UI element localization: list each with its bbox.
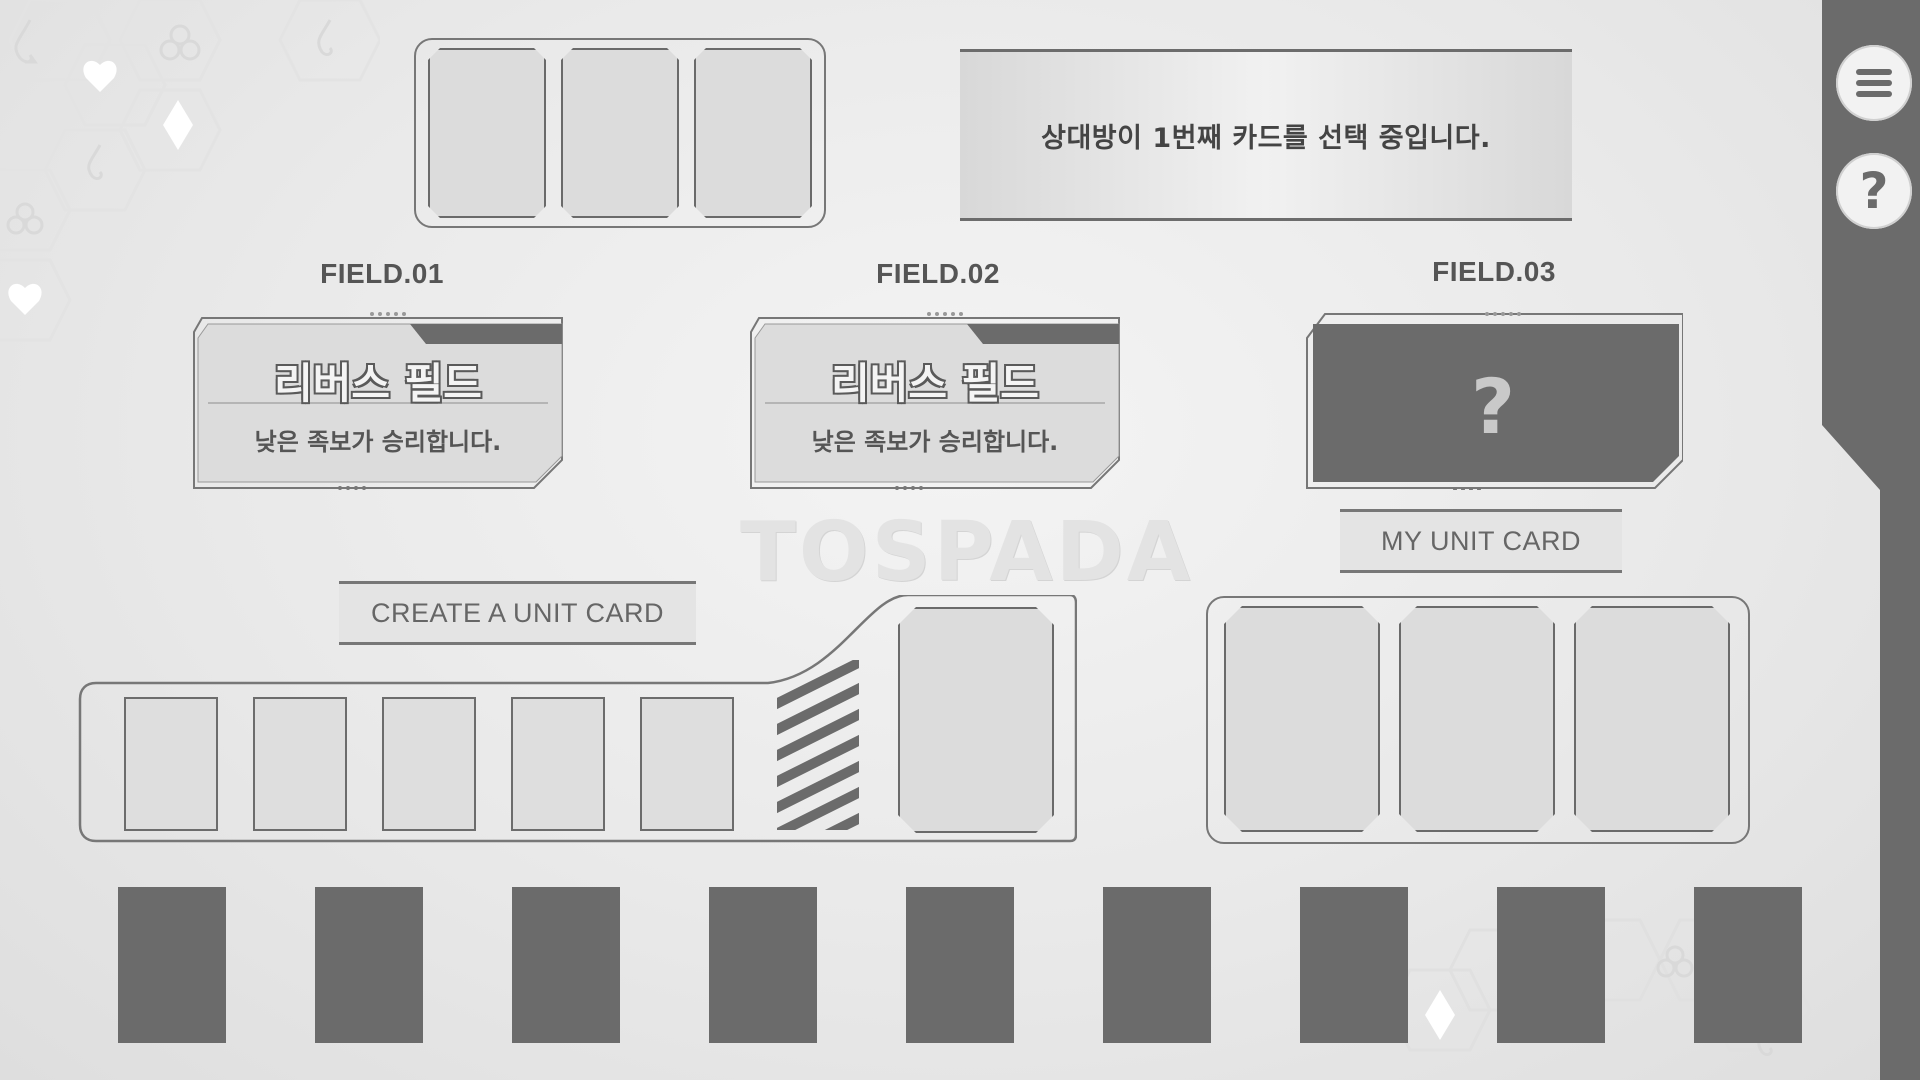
hand-card[interactable] <box>1694 887 1802 1043</box>
created-unit-card-slot[interactable] <box>898 607 1054 833</box>
field-card-1[interactable]: 리버스 필드 낮은 족보가 승리합니다. <box>188 310 568 490</box>
menu-icon <box>1856 69 1892 97</box>
suit-hex-pattern <box>0 0 380 342</box>
field-description: 낮은 족보가 승리합니다. <box>254 428 502 456</box>
hand-card[interactable] <box>512 887 620 1043</box>
create-slot-4[interactable] <box>511 697 605 831</box>
status-message: 상대방이 1번째 카드를 선택 중입니다. <box>1041 122 1491 154</box>
status-banner: 상대방이 1번째 카드를 선택 중입니다. <box>960 49 1572 221</box>
my-unit-card-slot-1[interactable] <box>1224 606 1380 832</box>
hand-card[interactable] <box>1497 887 1605 1043</box>
field-label-1: FIELD.01 <box>320 258 444 289</box>
hand-card[interactable] <box>709 887 817 1043</box>
menu-button[interactable] <box>1836 45 1912 121</box>
my-unit-card-label: MY UNIT CARD <box>1340 509 1622 573</box>
opponent-card-slot-2 <box>561 48 679 218</box>
opponent-card-slot-1 <box>428 48 546 218</box>
watermark-logo: TOSPADA <box>740 505 1194 600</box>
hand-card[interactable] <box>118 887 226 1043</box>
help-button[interactable]: ? <box>1836 153 1912 229</box>
my-unit-card-slot-3[interactable] <box>1574 606 1730 832</box>
field-card-3[interactable]: ? <box>1303 310 1683 490</box>
field-card-2[interactable]: 리버스 필드 낮은 족보가 승리합니다. <box>745 310 1125 490</box>
field-description: 낮은 족보가 승리합니다. <box>811 428 1059 456</box>
help-icon: ? <box>1859 162 1889 220</box>
hand-card[interactable] <box>315 887 423 1043</box>
field-label-2: FIELD.02 <box>876 258 1000 289</box>
my-unit-card-slot-2[interactable] <box>1399 606 1555 832</box>
create-slot-5[interactable] <box>640 697 734 831</box>
hand-card[interactable] <box>1103 887 1211 1043</box>
field-title: 리버스 필드 <box>273 358 483 409</box>
hand-card[interactable] <box>906 887 1014 1043</box>
field-title: 리버스 필드 <box>830 358 1040 409</box>
opponent-card-slot-3 <box>694 48 812 218</box>
field-label-3: FIELD.03 <box>1432 256 1556 287</box>
create-slot-3[interactable] <box>382 697 476 831</box>
hand-card[interactable] <box>1300 887 1408 1043</box>
hidden-field-question-mark: ? <box>1470 362 1516 451</box>
create-slot-2[interactable] <box>253 697 347 831</box>
create-slot-1[interactable] <box>124 697 218 831</box>
